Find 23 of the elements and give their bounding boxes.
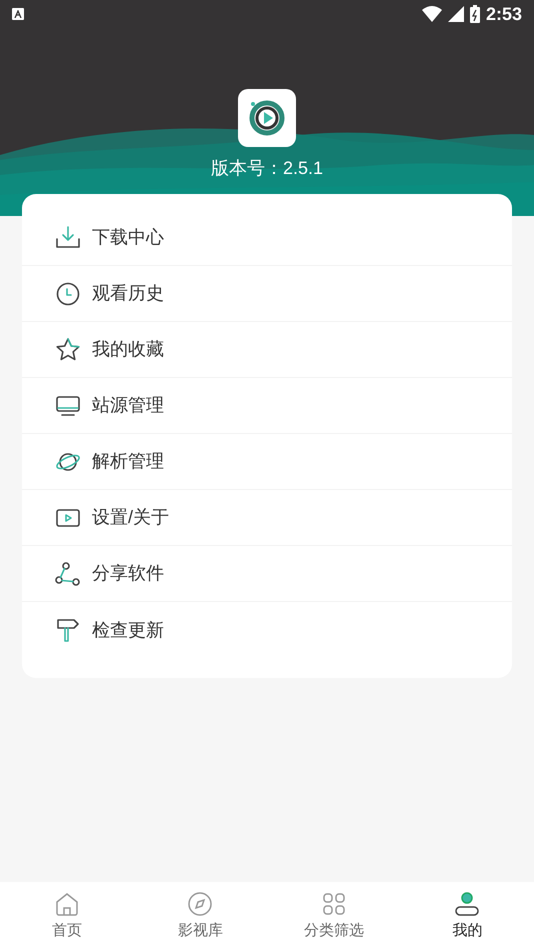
battery-icon	[470, 5, 480, 23]
menu-item[interactable]: 观看历史	[22, 266, 512, 322]
menu-item[interactable]: 设置/关于	[22, 490, 512, 546]
status-time: 2:53	[486, 2, 522, 26]
nav-tab[interactable]: 我的	[400, 890, 534, 942]
user-icon	[453, 890, 482, 918]
version-label: 版本号：2.5.1	[210, 157, 324, 180]
signal-icon	[448, 6, 464, 22]
nav-tab[interactable]: 首页	[0, 890, 134, 942]
menu-item[interactable]: 我的收藏	[22, 322, 512, 378]
compass-icon	[186, 890, 214, 918]
menu-item[interactable]: 下载中心	[22, 210, 512, 266]
app-logo-icon	[238, 89, 296, 147]
nav-tab[interactable]: 影视库	[134, 890, 267, 942]
menu-item[interactable]: 解析管理	[22, 434, 512, 490]
clock-icon	[54, 280, 82, 308]
keyboard-icon	[12, 8, 24, 20]
nav-tab[interactable]: 分类筛选	[267, 890, 400, 942]
menu-item[interactable]: 站源管理	[22, 378, 512, 434]
menu-item[interactable]: 分享软件	[22, 546, 512, 602]
wifi-icon	[422, 6, 442, 22]
share-icon	[54, 560, 82, 588]
menu-item[interactable]: 检查更新	[22, 602, 512, 658]
